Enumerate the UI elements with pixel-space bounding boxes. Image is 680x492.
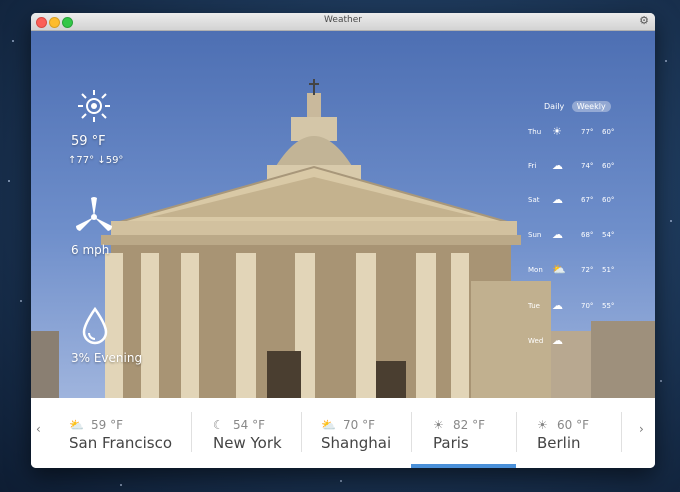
forecast-day: Tue [528,302,540,310]
forecast-high: 67° [581,196,594,204]
rain-cloud-icon: ☁ [552,159,563,172]
weather-window: Weather ⚙ 59 °F ↑77° ↓59° 6 mph 3% Eveni… [31,13,655,468]
city-temp: 54 °F [233,418,265,432]
window-title: Weather [324,15,362,25]
precipitation: 3% Evening [71,351,143,365]
city-name: Shanghai [321,434,392,452]
forecast-row: Sat ☁ 67° 60° [524,193,624,207]
forecast-low: 60° [602,128,615,136]
low-arrow-icon: ↓ [97,155,106,166]
current-temperature: 59 °F [71,134,106,149]
forecast-low: 60° [602,162,615,170]
divider [411,412,412,452]
forecast-low: 54° [602,231,615,239]
city-temp: 82 °F [453,418,485,432]
city-tab-new-york[interactable]: ☾ 54 °F New York [213,398,313,468]
selected-city-indicator [411,464,516,468]
sun-icon [78,90,110,122]
partly-cloudy-icon: ⛅ [69,418,84,432]
high-low: ↑77° ↓59° [68,155,123,166]
forecast-row: Thu ☀ 77° 60° [524,125,624,139]
forecast-day: Sun [528,231,542,239]
city-tab-san-francisco[interactable]: ⛅ 59 °F San Francisco [69,398,189,468]
gear-icon[interactable]: ⚙ [639,14,649,27]
partly-cloudy-icon: ⛅ [552,263,566,276]
chevron-left-icon[interactable]: ‹ [36,422,41,436]
forecast-high: 77° [581,128,594,136]
city-temp: 70 °F [343,418,375,432]
city-temp: 59 °F [91,418,123,432]
city-name: Paris [433,434,469,452]
low-temp: 59° [105,155,124,166]
divider [516,412,517,452]
city-name: New York [213,434,282,452]
forecast-low: 51° [602,266,615,274]
tab-daily[interactable]: Daily [539,101,569,112]
partly-cloudy-icon: ⛅ [321,418,336,432]
forecast-row: Tue ☁ 70° 55° [524,299,624,313]
water-drop-icon [82,307,108,345]
forecast-high: 72° [581,266,594,274]
forecast-day: Wed [528,337,544,345]
city-bar: ‹ ⛅ 59 °F San Francisco ☾ 54 °F New York… [31,398,655,468]
forecast-day: Sat [528,196,540,204]
city-tab-paris[interactable]: ☀ 82 °F Paris [431,398,521,468]
divider [191,412,192,452]
forecast-high: 68° [581,231,594,239]
sun-icon: ☀ [433,418,444,432]
forecast-row: Mon ⛅ 72° 51° [524,263,624,277]
forecast-day: Mon [528,266,543,274]
forecast-day: Fri [528,162,537,170]
city-photo-background: 59 °F ↑77° ↓59° 6 mph 3% Evening Daily W… [31,31,655,398]
forecast-row: Wed ☁ [524,334,624,348]
divider [621,412,622,452]
chevron-right-icon[interactable]: › [639,422,644,436]
forecast-high: 74° [581,162,594,170]
city-temp: 60 °F [557,418,589,432]
sun-icon: ☀ [537,418,548,432]
high-temp: 77° [76,155,95,166]
forecast-high: 70° [581,302,594,310]
forecast-day: Thu [528,128,542,136]
forecast-row: Sun ☁ 68° 54° [524,228,624,242]
forecast-low: 60° [602,196,615,204]
rain-cloud-icon: ☁ [552,228,563,241]
tab-weekly[interactable]: Weekly [571,101,611,112]
forecast-row: Fri ☁ 74° 60° [524,159,624,173]
city-tab-berlin[interactable]: ☀ 60 °F Berlin [537,398,627,468]
moon-icon: ☾ [213,418,224,432]
wind-turbine-icon [76,197,112,231]
forecast-low: 55° [602,302,615,310]
city-tab-shanghai[interactable]: ⛅ 70 °F Shanghai [321,398,421,468]
city-name: San Francisco [69,434,173,452]
rain-cloud-icon: ☁ [552,334,563,347]
sun-icon: ☀ [552,125,562,138]
city-name: Berlin [537,434,581,452]
wind-speed: 6 mph [71,243,110,257]
rain-cloud-icon: ☁ [552,299,563,312]
forecast-tabs: Daily Weekly [539,101,611,112]
divider [301,412,302,452]
titlebar: Weather ⚙ [31,13,655,31]
rain-cloud-icon: ☁ [552,193,563,206]
